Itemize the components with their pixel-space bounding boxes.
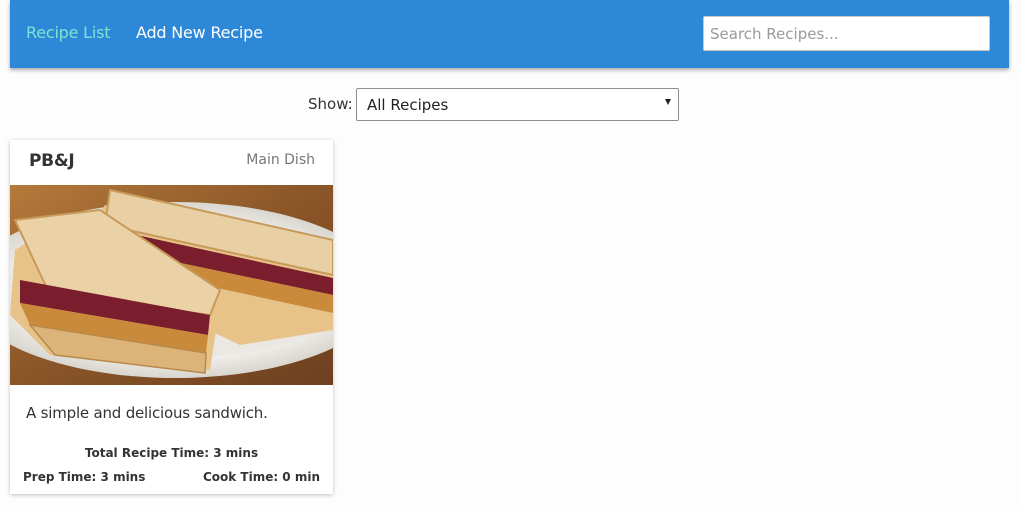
recipe-prep-time: Prep Time: 3 mins (23, 470, 146, 484)
recipe-card[interactable]: PB&J Main Dish A simple and delicious sa… (10, 140, 333, 494)
nav-add-new-recipe-link[interactable]: Add New Recipe (136, 23, 263, 43)
recipe-description: A simple and delicious sandwich. (26, 404, 268, 422)
nav-recipe-list-link[interactable]: Recipe List (26, 23, 111, 43)
recipe-cook-time: Cook Time: 0 min (202, 470, 320, 484)
search-recipes-input[interactable] (703, 16, 990, 51)
top-navbar: Recipe List Add New Recipe (10, 0, 1009, 68)
recipe-total-time: Total Recipe Time: 3 mins (84, 446, 259, 460)
recipe-category: Main Dish (246, 152, 315, 168)
chevron-down-icon (665, 99, 671, 105)
filter-selected-value: All Recipes (367, 96, 449, 114)
recipe-title: PB&J (29, 151, 75, 171)
filter-label: Show: (308, 95, 353, 113)
recipe-filter-select[interactable]: All Recipes (356, 88, 679, 121)
recipe-image (10, 185, 333, 385)
